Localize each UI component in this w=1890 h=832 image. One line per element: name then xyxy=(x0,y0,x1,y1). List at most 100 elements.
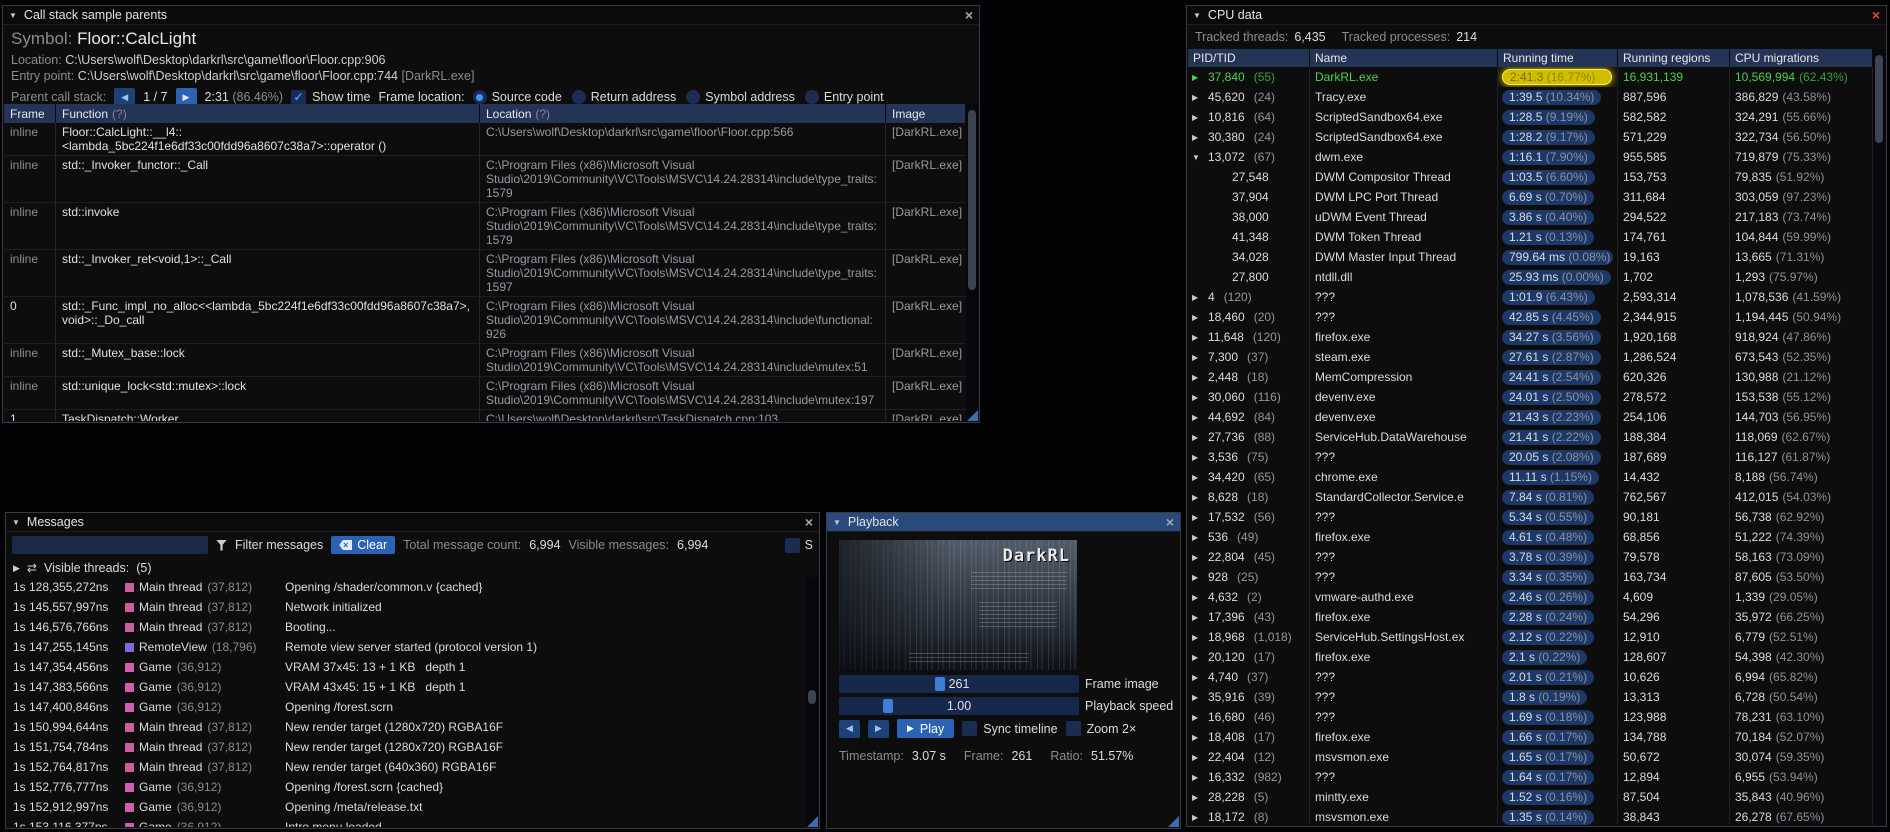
cpu-table-row[interactable]: ▶ 22,804 (45) ??? 3.78 s (0.39%) 79,578 … xyxy=(1188,547,1873,567)
expand-arrow-icon[interactable]: ▶ xyxy=(1192,473,1203,482)
function-column-header[interactable]: Function (?) xyxy=(56,104,480,123)
message-row[interactable]: 1s 147,383,566ns Game (36,912) VRAM 43x4… xyxy=(7,677,806,697)
expand-arrow-icon[interactable]: ▶ xyxy=(1192,633,1203,642)
expand-arrow-icon[interactable]: ▶ xyxy=(1192,533,1203,542)
callstack-table-row[interactable]: 1 TaskDispatch::Worker C:\Users\wolf\Des… xyxy=(4,410,966,421)
playback-speed-slider[interactable]: 1.00 xyxy=(839,697,1079,715)
cpu-table-row[interactable]: ▶ 30,380 (24) ScriptedSandbox64.exe 1:28… xyxy=(1188,127,1873,147)
callstack-table-row[interactable]: inline std::unique_lock<std::mutex>::loc… xyxy=(4,377,966,410)
cpu-table-header[interactable]: PID/TID Name Running time Running region… xyxy=(1188,49,1873,67)
cpu-table-row[interactable]: ▶ 10,816 (64) ScriptedSandbox64.exe 1:28… xyxy=(1188,107,1873,127)
expand-arrow-icon[interactable]: ▶ xyxy=(1192,453,1203,462)
cpu-table-row[interactable]: 37,904 DWM LPC Port Thread 6.69 s (0.70%… xyxy=(1188,187,1873,207)
resize-grip[interactable] xyxy=(967,410,978,421)
expand-arrow-icon[interactable]: ▶ xyxy=(1192,733,1203,742)
cpu-table-row[interactable]: ▶ 22,404 (12) msvsmon.exe 1.65 s (0.17%)… xyxy=(1188,747,1873,767)
cpu-table-row[interactable]: ▶ 18,968 (1,018) ServiceHub.SettingsHost… xyxy=(1188,627,1873,647)
expand-arrow-icon[interactable]: ▶ xyxy=(1192,793,1203,802)
frame-location-radio[interactable]: Entry point xyxy=(804,90,884,104)
visible-threads-row[interactable]: ▶ ⇄ Visible threads: (5) xyxy=(6,558,819,578)
step-forward-button[interactable]: ▶ xyxy=(868,719,889,738)
cpu-table-row[interactable]: 27,800 ntdll.dll 25.93 ms (0.00%) 1,702 … xyxy=(1188,267,1873,287)
callstack-table-row[interactable]: inline std::_Invoker_ret<void,1>::_Call … xyxy=(4,250,966,297)
step-back-button[interactable]: ◀ xyxy=(839,719,860,738)
resize-grip[interactable] xyxy=(1168,816,1179,827)
message-row[interactable]: 1s 147,400,846ns Game (36,912) Opening /… xyxy=(7,697,806,717)
collapse-icon[interactable]: ▼ xyxy=(12,518,20,527)
cpu-table-row[interactable]: ▶ 45,620 (24) Tracy.exe 1:39.5 (10.34%) … xyxy=(1188,87,1873,107)
callstack-titlebar[interactable]: ▼ Call stack sample parents × xyxy=(3,6,979,25)
frame-location-radio[interactable]: Return address xyxy=(571,90,676,104)
message-row[interactable]: 1s 151,754,784ns Main thread (37,812) Ne… xyxy=(7,737,806,757)
cpu-table-row[interactable]: ▶ 18,460 (20) ??? 42.85 s (4.45%) 2,344,… xyxy=(1188,307,1873,327)
expand-arrow-icon[interactable]: ▶ xyxy=(1192,773,1203,782)
cpu-table-row[interactable]: ▶ 17,396 (43) firefox.exe 2.28 s (0.24%)… xyxy=(1188,607,1873,627)
message-row[interactable]: 1s 153,116,377ns Game (36,912) Intro men… xyxy=(7,817,806,827)
frame-column-header[interactable]: Frame xyxy=(4,104,56,123)
close-icon[interactable]: × xyxy=(1872,8,1880,22)
expand-arrow-icon[interactable]: ▶ xyxy=(1192,553,1203,562)
expand-arrow-icon[interactable]: ▶ xyxy=(1192,313,1203,322)
expand-arrow-icon[interactable]: ▶ xyxy=(1192,333,1203,342)
cpu-table-row[interactable]: ▶ 20,120 (17) firefox.exe 2.1 s (0.22%) … xyxy=(1188,647,1873,667)
expand-arrow-icon[interactable]: ▶ xyxy=(1192,753,1203,762)
cpu-table-row[interactable]: ▶ 7,300 (37) steam.exe 27.61 s (2.87%) 1… xyxy=(1188,347,1873,367)
message-row[interactable]: 1s 147,354,456ns Game (36,912) VRAM 37x4… xyxy=(7,657,806,677)
cpu-table-row[interactable]: 27,548 DWM Compositor Thread 1:03.5 (6.6… xyxy=(1188,167,1873,187)
cpu-table-row[interactable]: ▶ 928 (25) ??? 3.34 s (0.35%) 163,734 87… xyxy=(1188,567,1873,587)
cpu-table-row[interactable]: ▶ 11,648 (120) firefox.exe 34.27 s (3.56… xyxy=(1188,327,1873,347)
message-row[interactable]: 1s 145,557,997ns Main thread (37,812) Ne… xyxy=(7,597,806,617)
messages-titlebar[interactable]: ▼ Messages × xyxy=(6,513,819,532)
pid-column-header[interactable]: PID/TID xyxy=(1188,49,1310,67)
tree-expand-icon[interactable]: ▶ xyxy=(13,563,20,574)
cpu-table-row[interactable]: ▶ 37,840 (55) DarkRL.exe 2:41.3 (16.77%)… xyxy=(1188,67,1873,87)
frame-location-radio[interactable]: Source code xyxy=(472,90,562,104)
callstack-scrollbar[interactable] xyxy=(966,104,978,421)
expand-arrow-icon[interactable]: ▶ xyxy=(1192,593,1203,602)
cpu-table-row[interactable]: 34,028 DWM Master Input Thread 799.64 ms… xyxy=(1188,247,1873,267)
cpu-table-row[interactable]: ▶ 17,532 (56) ??? 5.34 s (0.55%) 90,181 … xyxy=(1188,507,1873,527)
cpu-migrations-column-header[interactable]: CPU migrations xyxy=(1730,49,1873,67)
expand-arrow-icon[interactable]: ▶ xyxy=(1192,493,1203,502)
expand-arrow-icon[interactable]: ▶ xyxy=(1192,713,1203,722)
resize-grip[interactable] xyxy=(807,816,818,827)
cpu-table-row[interactable]: ▶ 28,228 (5) mintty.exe 1.52 s (0.16%) 8… xyxy=(1188,787,1873,807)
frame-image-slider[interactable]: 261 xyxy=(839,675,1079,693)
cpu-table-row[interactable]: ▶ 8,628 (18) StandardCollector.Service.e… xyxy=(1188,487,1873,507)
cpu-table-row[interactable]: ▶ 34,420 (65) chrome.exe 11.11 s (1.15%)… xyxy=(1188,467,1873,487)
cpu-table-row[interactable]: ▶ 4 (120) ??? 1:01.9 (6.43%) 2,593,314 1… xyxy=(1188,287,1873,307)
expand-arrow-icon[interactable]: ▶ xyxy=(1192,433,1203,442)
expand-arrow-icon[interactable]: ▶ xyxy=(1192,513,1203,522)
cpu-table-row[interactable]: ▶ 27,736 (88) ServiceHub.DataWarehouse 2… xyxy=(1188,427,1873,447)
collapse-icon[interactable]: ▼ xyxy=(9,11,17,20)
cpu-titlebar[interactable]: ▼ CPU data × xyxy=(1187,6,1886,25)
expand-arrow-icon[interactable]: ▶ xyxy=(1192,653,1203,662)
expand-arrow-icon[interactable]: ▶ xyxy=(1192,93,1203,102)
expand-arrow-icon[interactable]: ▶ xyxy=(1192,393,1203,402)
zoom-2x-checkbox[interactable]: Zoom 2× xyxy=(1065,721,1136,736)
close-icon[interactable]: × xyxy=(805,515,813,529)
name-column-header[interactable]: Name xyxy=(1310,49,1498,67)
expand-arrow-icon[interactable]: ▶ xyxy=(1192,673,1203,682)
callstack-table-row[interactable]: 0 std::_Func_impl_no_alloc<<lambda_5bc22… xyxy=(4,297,966,344)
cpu-table-row[interactable]: ▶ 18,172 (8) msvsmon.exe 1.35 s (0.14%) … xyxy=(1188,807,1873,825)
message-row[interactable]: 1s 152,912,997ns Game (36,912) Opening /… xyxy=(7,797,806,817)
callstack-table-row[interactable]: inline std::_Mutex_base::lock C:\Program… xyxy=(4,344,966,377)
collapse-icon[interactable]: ▼ xyxy=(1193,11,1201,20)
expand-arrow-icon[interactable]: ▶ xyxy=(1192,133,1203,142)
play-button[interactable]: ▶ Play xyxy=(897,719,955,738)
expand-arrow-icon[interactable]: ▼ xyxy=(1192,153,1203,162)
image-column-header[interactable]: Image xyxy=(886,104,966,123)
clear-button[interactable]: × Clear xyxy=(331,536,396,554)
expand-arrow-icon[interactable]: ▶ xyxy=(1192,293,1203,302)
message-row[interactable]: 1s 147,255,145ns RemoteView (18,796) Rem… xyxy=(7,637,806,657)
callstack-table-header[interactable]: Frame Function (?) Location (?) Image xyxy=(4,104,966,123)
cpu-table-row[interactable]: ▶ 2,448 (18) MemCompression 24.41 s (2.5… xyxy=(1188,367,1873,387)
message-row[interactable]: 1s 146,576,766ns Main thread (37,812) Bo… xyxy=(7,617,806,637)
cpu-table-row[interactable]: ▶ 35,916 (39) ??? 1.8 s (0.19%) 13,313 6… xyxy=(1188,687,1873,707)
cpu-table-row[interactable]: ▼ 13,072 (67) dwm.exe 1:16.1 (7.90%) 955… xyxy=(1188,147,1873,167)
expand-arrow-icon[interactable]: ▶ xyxy=(1192,693,1203,702)
expand-arrow-icon[interactable]: ▶ xyxy=(1192,573,1203,582)
cpu-table-row[interactable]: ▶ 44,692 (84) devenv.exe 21.43 s (2.23%)… xyxy=(1188,407,1873,427)
close-icon[interactable]: × xyxy=(1166,515,1174,529)
